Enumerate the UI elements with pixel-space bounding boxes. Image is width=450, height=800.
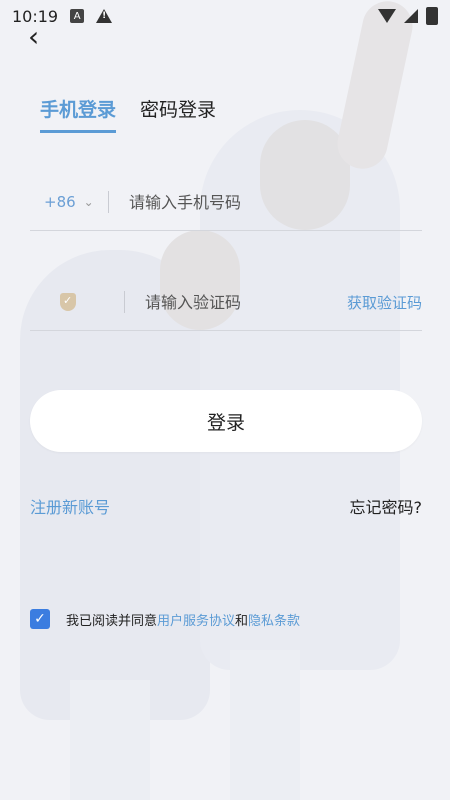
warning-icon <box>96 9 113 23</box>
status-bar: 10:19 A <box>0 0 450 32</box>
signal-icon <box>404 9 418 23</box>
register-link[interactable]: 注册新账号 <box>30 494 110 518</box>
country-code-selector[interactable]: +86 ⌄ <box>30 193 104 211</box>
wifi-icon <box>378 9 396 23</box>
verification-code-input[interactable] <box>142 291 347 313</box>
status-time: 10:19 <box>12 6 59 26</box>
divider <box>108 191 109 213</box>
agreement-checkbox[interactable]: ✓ <box>30 609 50 629</box>
login-screen: ‹ 手机登录 密码登录 +86 ⌄ 获取验证码 登录 注册新账号 忘记密码? ✓… <box>0 0 450 800</box>
forgot-password-link[interactable]: 忘记密码? <box>350 494 423 518</box>
shield-check-icon <box>60 293 76 311</box>
login-tabs: 手机登录 密码登录 <box>40 95 216 133</box>
login-button[interactable]: 登录 <box>30 390 422 452</box>
agreement-text: 我已阅读并同意用户服务协议和隐私条款 <box>66 610 300 629</box>
agreement-and: 和 <box>235 613 249 629</box>
phone-row: +86 ⌄ <box>30 174 422 231</box>
phone-input[interactable] <box>127 191 422 213</box>
battery-icon <box>426 7 438 25</box>
code-row: 获取验证码 <box>30 274 422 331</box>
chevron-down-icon: ⌄ <box>83 195 94 209</box>
get-code-button[interactable]: 获取验证码 <box>347 292 422 313</box>
agreement-prefix: 我已阅读并同意 <box>66 613 158 629</box>
agreement-row: ✓ 我已阅读并同意用户服务协议和隐私条款 <box>30 609 300 629</box>
tab-phone-login[interactable]: 手机登录 <box>40 95 117 133</box>
tab-password-login[interactable]: 密码登录 <box>140 95 216 133</box>
font-icon: A <box>70 9 85 23</box>
shield-wrap <box>30 293 120 311</box>
country-code: +86 <box>44 193 76 211</box>
terms-link[interactable]: 用户服务协议 <box>157 614 235 629</box>
divider <box>123 291 125 313</box>
privacy-link[interactable]: 隐私条款 <box>248 614 300 629</box>
